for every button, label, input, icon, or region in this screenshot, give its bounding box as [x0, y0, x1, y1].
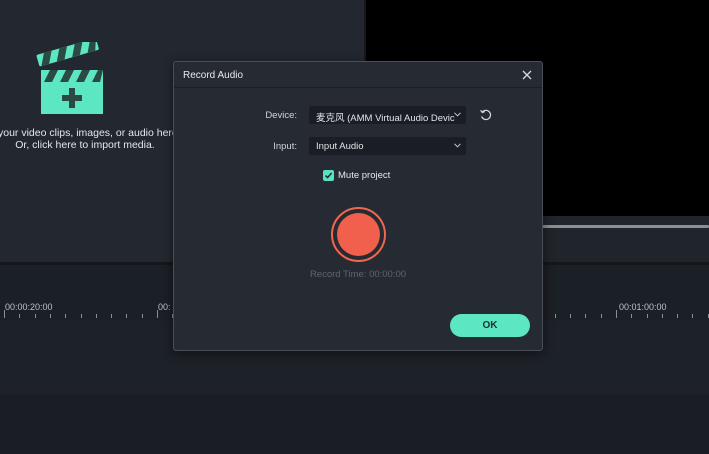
device-value: 麦克风 (AMM Virtual Audio Devic — [316, 113, 455, 124]
import-media-hint[interactable]: your video clips, images, or audio here.… — [0, 127, 181, 151]
device-label: Device: — [265, 110, 297, 121]
ruler-tick — [692, 314, 693, 318]
ruler-tick — [555, 314, 556, 318]
ruler-tick — [570, 314, 571, 318]
ruler-tick — [126, 314, 127, 318]
ruler-tick — [142, 314, 143, 318]
ruler-tick — [601, 314, 602, 318]
checkmark-icon — [324, 172, 333, 179]
ruler-label: 00:01:00:00 — [619, 302, 667, 312]
preview-scrub-bar[interactable] — [542, 225, 709, 228]
record-icon — [337, 213, 380, 256]
ruler-tick — [585, 314, 586, 318]
record-button[interactable] — [331, 207, 386, 262]
ruler-tick — [631, 314, 632, 318]
dialog-title-divider — [174, 87, 542, 88]
record-time: Record Time: 00:00:00 — [309, 269, 407, 280]
timeline-track[interactable] — [0, 395, 709, 454]
mute-project-checkbox[interactable] — [323, 170, 334, 181]
import-hint-line1: your video clips, images, or audio here. — [0, 127, 181, 139]
device-select[interactable]: 麦克风 (AMM Virtual Audio Devic — [309, 106, 466, 124]
input-select[interactable]: Input Audio — [309, 137, 466, 155]
chevron-down-icon — [454, 143, 461, 148]
mute-project-label[interactable]: Mute project — [338, 170, 390, 181]
ruler-label: 00:00:20:00 — [5, 302, 53, 312]
ruler-tick — [616, 310, 617, 318]
ruler-tick — [65, 314, 66, 318]
chevron-down-icon — [454, 112, 461, 117]
ruler-tick — [647, 314, 648, 318]
ruler-tick — [96, 314, 97, 318]
ruler-tick — [19, 314, 20, 318]
ruler-tick — [677, 314, 678, 318]
ruler-tick — [81, 314, 82, 318]
ruler-tick — [4, 310, 5, 318]
dialog-title: Record Audio — [183, 70, 244, 81]
record-audio-dialog: Record Audio Device: 麦克风 (AMM Virtual Au… — [173, 61, 543, 351]
ruler-label: 00: — [158, 302, 171, 312]
ok-button[interactable]: OK — [450, 314, 530, 337]
input-label: Input: — [273, 141, 297, 152]
import-hint-line2: Or, click here to import media. — [15, 139, 155, 151]
close-icon[interactable] — [519, 67, 535, 83]
input-value: Input Audio — [316, 141, 364, 152]
clapperboard-add-icon[interactable] — [36, 42, 108, 116]
ruler-tick — [50, 314, 51, 318]
ruler-tick — [662, 314, 663, 318]
ruler-tick — [35, 314, 36, 318]
refresh-icon[interactable] — [479, 108, 493, 122]
ruler-tick — [157, 310, 158, 318]
ruler-tick — [111, 314, 112, 318]
